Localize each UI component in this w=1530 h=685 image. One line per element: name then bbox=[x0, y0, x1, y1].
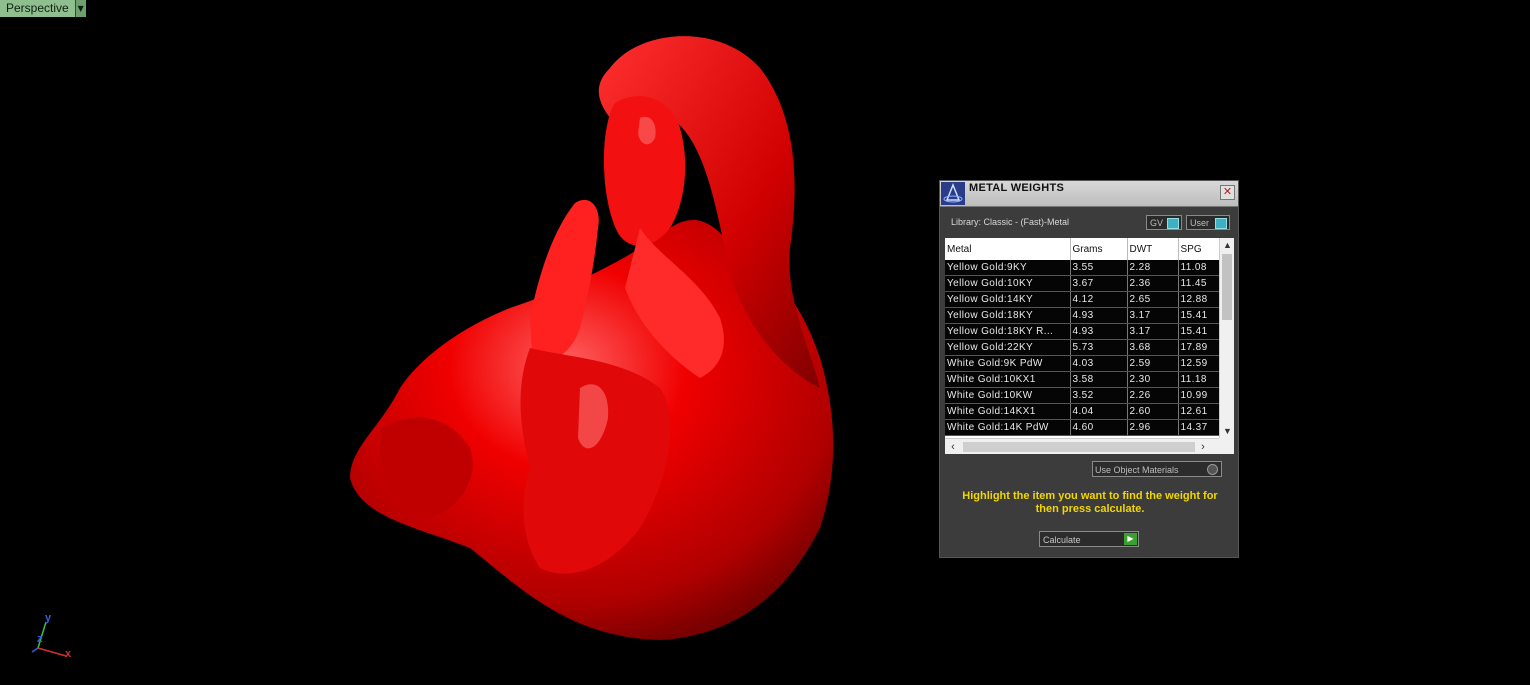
library-label: Library: Classic - (Fast)-Metal bbox=[951, 217, 1070, 227]
cell-grams: 4.93 bbox=[1070, 307, 1128, 324]
cell-grams: 3.52 bbox=[1070, 387, 1128, 404]
table-row[interactable]: Yellow Gold:14KY 4.12 2.65 12.88 bbox=[945, 291, 1220, 308]
column-header-metal[interactable]: Metal bbox=[945, 238, 1071, 260]
table-header-row: Metal Grams DWT SPG bbox=[945, 238, 1220, 260]
user-toggle-label: User bbox=[1190, 218, 1210, 228]
table-row[interactable]: White Gold:10KW 3.52 2.26 10.99 bbox=[945, 387, 1220, 404]
vertical-scroll-thumb[interactable] bbox=[1222, 254, 1232, 320]
calculate-button[interactable]: Calculate ▶ bbox=[1039, 531, 1139, 547]
cell-spg: 10.99 bbox=[1178, 387, 1220, 404]
cell-dwt: 3.68 bbox=[1127, 339, 1179, 356]
cell-grams: 4.03 bbox=[1070, 355, 1128, 372]
radio-indicator-icon bbox=[1207, 464, 1218, 475]
column-header-dwt[interactable]: DWT bbox=[1127, 238, 1179, 260]
metal-weights-panel: METAL WEIGHTS ✕ Library: Classic - (Fast… bbox=[939, 180, 1239, 558]
axis-gizmo bbox=[31, 621, 67, 657]
cell-spg: 11.45 bbox=[1178, 275, 1220, 292]
cell-spg: 17.89 bbox=[1178, 339, 1220, 356]
viewport-name[interactable]: Perspective bbox=[0, 0, 75, 17]
table-vertical-scrollbar[interactable]: ▲ ▼ bbox=[1219, 238, 1234, 438]
user-toggle-knob bbox=[1215, 218, 1227, 229]
table-row[interactable]: Yellow Gold:22KY 5.73 3.68 17.89 bbox=[945, 339, 1220, 356]
use-object-materials-toggle[interactable]: Use Object Materials bbox=[1092, 461, 1222, 477]
scroll-right-chevron-icon[interactable]: › bbox=[1195, 439, 1211, 454]
matrix-logo-icon bbox=[941, 182, 965, 205]
scroll-down-chevron-icon[interactable]: ▼ bbox=[1220, 424, 1234, 438]
cell-spg: 11.08 bbox=[1178, 260, 1220, 276]
cell-spg: 12.88 bbox=[1178, 291, 1220, 308]
gv-toggle[interactable]: GV bbox=[1146, 215, 1182, 230]
cell-metal: White Gold:14K PdW bbox=[945, 419, 1071, 436]
table-row[interactable]: Yellow Gold:10KY 3.67 2.36 11.45 bbox=[945, 275, 1220, 292]
table-row[interactable]: White Gold:9K PdW 4.03 2.59 12.59 bbox=[945, 355, 1220, 372]
column-header-spg[interactable]: SPG bbox=[1178, 238, 1220, 260]
panel-titlebar[interactable]: METAL WEIGHTS ✕ bbox=[940, 181, 1238, 207]
axis-z-label: z bbox=[37, 633, 43, 645]
cell-metal: Yellow Gold:22KY bbox=[945, 339, 1071, 356]
viewport-menu-chevron-down-icon[interactable]: ▼ bbox=[74, 0, 86, 17]
cell-spg: 15.41 bbox=[1178, 307, 1220, 324]
scroll-up-chevron-icon[interactable]: ▲ bbox=[1220, 238, 1234, 252]
3d-model-bust[interactable] bbox=[340, 28, 850, 648]
cell-grams: 3.67 bbox=[1070, 275, 1128, 292]
scroll-left-chevron-icon[interactable]: ‹ bbox=[945, 439, 961, 454]
table-row[interactable]: Yellow Gold:9KY 3.55 2.28 11.08 bbox=[945, 260, 1220, 276]
cell-spg: 12.59 bbox=[1178, 355, 1220, 372]
horizontal-scroll-thumb[interactable] bbox=[963, 442, 1195, 452]
table-row[interactable]: Yellow Gold:18KY R... 4.93 3.17 15.41 bbox=[945, 323, 1220, 340]
cell-grams: 4.93 bbox=[1070, 323, 1128, 340]
cell-dwt: 2.59 bbox=[1127, 355, 1179, 372]
table-row[interactable]: White Gold:10KX1 3.58 2.30 11.18 bbox=[945, 371, 1220, 388]
cell-dwt: 2.26 bbox=[1127, 387, 1179, 404]
play-arrow-icon: ▶ bbox=[1124, 533, 1137, 545]
metal-table: Metal Grams DWT SPG Yellow Gold:9KY 3.55 2… bbox=[945, 238, 1234, 454]
user-toggle[interactable]: User bbox=[1186, 215, 1230, 230]
viewport-label[interactable]: Perspective ▼ bbox=[0, 0, 86, 17]
cell-metal: Yellow Gold:10KY bbox=[945, 275, 1071, 292]
cell-dwt: 2.28 bbox=[1127, 260, 1179, 276]
close-icon: ✕ bbox=[1222, 186, 1233, 198]
cell-grams: 4.60 bbox=[1070, 419, 1128, 436]
cell-metal: Yellow Gold:18KY R... bbox=[945, 323, 1071, 340]
gv-toggle-label: GV bbox=[1150, 218, 1164, 228]
axis-y-label: y bbox=[45, 612, 52, 624]
cell-metal: White Gold:10KW bbox=[945, 387, 1071, 404]
cell-metal: Yellow Gold:18KY bbox=[945, 307, 1071, 324]
cell-spg: 12.61 bbox=[1178, 403, 1220, 420]
cell-grams: 4.12 bbox=[1070, 291, 1128, 308]
table-row[interactable]: Yellow Gold:18KY 4.93 3.17 15.41 bbox=[945, 307, 1220, 324]
use-object-materials-label: Use Object Materials bbox=[1095, 465, 1179, 475]
cell-metal: Yellow Gold:9KY bbox=[945, 260, 1071, 276]
table-row[interactable]: White Gold:14KX1 4.04 2.60 12.61 bbox=[945, 403, 1220, 420]
cell-metal: White Gold:9K PdW bbox=[945, 355, 1071, 372]
cell-grams: 3.55 bbox=[1070, 260, 1128, 276]
cell-dwt: 2.96 bbox=[1127, 419, 1179, 436]
instruction-text: Highlight the item you want to find the … bbox=[962, 490, 1218, 515]
cell-dwt: 2.65 bbox=[1127, 291, 1179, 308]
table-row[interactable]: White Gold:14K PdW 4.60 2.96 14.37 bbox=[945, 419, 1220, 436]
axis-x-label: x bbox=[65, 648, 72, 660]
cell-spg: 15.41 bbox=[1178, 323, 1220, 340]
cell-metal: Yellow Gold:14KY bbox=[945, 291, 1071, 308]
cell-dwt: 2.30 bbox=[1127, 371, 1179, 388]
cell-metal: White Gold:14KX1 bbox=[945, 403, 1071, 420]
scrollbar-corner bbox=[1219, 438, 1234, 454]
cell-dwt: 3.17 bbox=[1127, 307, 1179, 324]
panel-title: METAL WEIGHTS bbox=[969, 182, 1065, 194]
calculate-label: Calculate bbox=[1043, 535, 1081, 545]
cell-grams: 5.73 bbox=[1070, 339, 1128, 356]
cell-grams: 4.04 bbox=[1070, 403, 1128, 420]
close-button[interactable]: ✕ bbox=[1220, 185, 1235, 200]
cell-spg: 14.37 bbox=[1178, 419, 1220, 436]
cell-dwt: 3.17 bbox=[1127, 323, 1179, 340]
cell-metal: White Gold:10KX1 bbox=[945, 371, 1071, 388]
cell-dwt: 2.60 bbox=[1127, 403, 1179, 420]
cell-dwt: 2.36 bbox=[1127, 275, 1179, 292]
gv-toggle-knob bbox=[1167, 218, 1179, 229]
table-horizontal-scrollbar[interactable]: ‹ › bbox=[945, 438, 1219, 454]
cell-spg: 11.18 bbox=[1178, 371, 1220, 388]
column-header-grams[interactable]: Grams bbox=[1070, 238, 1128, 260]
cell-grams: 3.58 bbox=[1070, 371, 1128, 388]
